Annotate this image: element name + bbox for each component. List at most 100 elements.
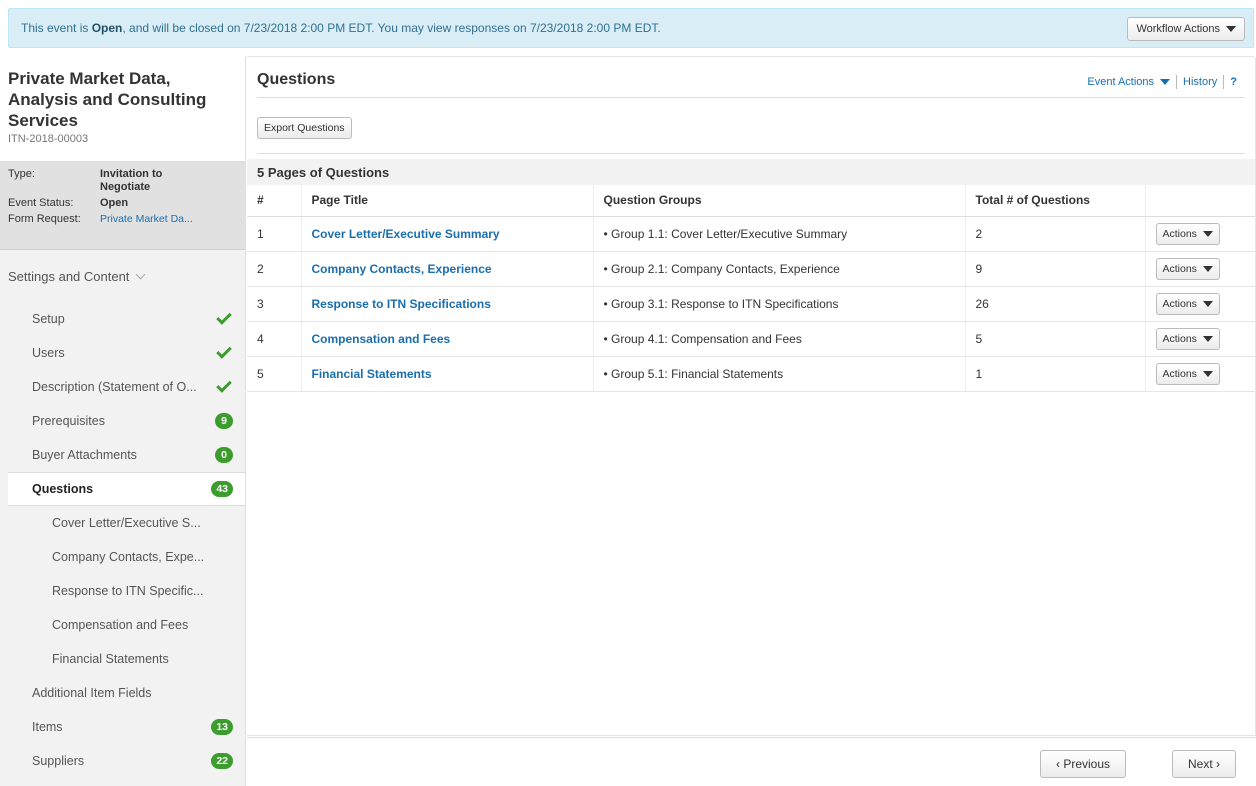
row-actions-button[interactable]: Actions	[1155, 257, 1220, 280]
page-title-link[interactable]: Company Contacts, Experience	[301, 251, 594, 287]
page-title-link[interactable]: Financial Statements	[301, 356, 594, 392]
main-panel: Questions Event Actions History ? Export…	[247, 56, 1256, 736]
check-icon	[216, 309, 232, 325]
sidebar-item-description[interactable]: Description (Statement of O...	[0, 370, 245, 404]
status-value: Open	[100, 197, 129, 209]
row-number: 2	[247, 251, 302, 287]
row-actions-label: Actions	[1162, 297, 1197, 310]
count-badge: 22	[211, 753, 233, 769]
banner-suffix: , and will be closed on 7/23/2018 2:00 P…	[122, 21, 661, 35]
form-request-label: Form Request:	[8, 213, 81, 225]
page-footer: ‹ Previous Next ›	[247, 737, 1256, 786]
sidebar-item-buyer-attachments[interactable]: Buyer Attachments 0	[0, 438, 245, 472]
event-actions-link[interactable]: Event Actions	[1087, 76, 1154, 88]
table-row: 3 Response to ITN Specifications • Group…	[247, 286, 1255, 322]
banner-prefix: This event is	[21, 21, 89, 35]
column-header-actions	[1145, 185, 1255, 217]
row-number: 1	[247, 216, 302, 252]
questions-table: # Page Title Question Groups Total # of …	[247, 185, 1255, 392]
row-number: 3	[247, 286, 302, 322]
workflow-actions-label: Workflow Actions	[1136, 23, 1220, 35]
event-title: Private Market Data, Analysis and Consul…	[8, 69, 207, 130]
sidebar-item-label: Suppliers	[32, 754, 85, 768]
page-title-link[interactable]: Cover Letter/Executive Summary	[301, 216, 594, 252]
previous-button[interactable]: ‹ Previous	[1040, 750, 1126, 778]
sidebar-item-label: Items	[32, 720, 63, 734]
sidebar-subitem-company-contacts[interactable]: Company Contacts, Expe...	[0, 540, 245, 574]
sidebar-subitem-cover-letter[interactable]: Cover Letter/Executive S...	[0, 506, 245, 540]
page-title: Questions	[257, 71, 336, 88]
divider	[257, 153, 1245, 154]
sidebar-item-users[interactable]: Users	[0, 336, 245, 370]
workflow-actions-button[interactable]: Workflow Actions	[1127, 17, 1245, 41]
divider	[1223, 75, 1225, 89]
sidebar-item-suppliers[interactable]: Suppliers 22	[0, 744, 245, 778]
sidebar-item-setup[interactable]: Setup	[0, 302, 245, 336]
sidebar-subitem-compensation[interactable]: Compensation and Fees	[0, 608, 245, 642]
question-group: • Group 1.1: Cover Letter/Executive Summ…	[593, 216, 966, 252]
table-row: 5 Financial Statements • Group 5.1: Fina…	[247, 356, 1255, 392]
page-title-link[interactable]: Response to ITN Specifications	[301, 286, 594, 322]
total-questions: 9	[965, 251, 1146, 287]
total-questions: 26	[965, 286, 1146, 322]
event-status-banner: This event is Open, and will be closed o…	[8, 8, 1254, 48]
count-badge: 43	[211, 481, 233, 497]
status-label: Event Status:	[8, 197, 74, 209]
divider	[257, 97, 1245, 98]
history-link[interactable]: History	[1183, 76, 1217, 88]
caret-down-icon	[1202, 265, 1213, 272]
check-icon	[216, 377, 232, 393]
table-row: 2 Company Contacts, Experience • Group 2…	[247, 251, 1255, 287]
form-request-link[interactable]: Private Market Da...	[100, 213, 193, 226]
row-actions-button[interactable]: Actions	[1155, 222, 1220, 245]
table-row: 1 Cover Letter/Executive Summary • Group…	[247, 216, 1255, 252]
row-number: 4	[247, 321, 302, 357]
row-actions-button[interactable]: Actions	[1155, 292, 1220, 315]
column-header-total-questions: Total # of Questions	[965, 185, 1146, 217]
row-actions-button[interactable]: Actions	[1155, 362, 1220, 385]
settings-content-label: Settings and Content	[8, 268, 130, 284]
pages-count-header: 5 Pages of Questions	[247, 159, 1255, 185]
check-icon	[216, 343, 232, 359]
total-questions: 1	[965, 356, 1146, 392]
event-id: ITN-2018-00003	[8, 133, 89, 145]
sidebar-subitem-response-itn[interactable]: Response to ITN Specific...	[0, 574, 245, 608]
caret-down-icon	[1202, 300, 1213, 307]
question-group: • Group 2.1: Company Contacts, Experienc…	[593, 251, 966, 287]
settings-content-toggle[interactable]: Settings and Content	[0, 250, 245, 302]
caret-down-icon	[1202, 230, 1213, 237]
column-header-page-title: Page Title	[301, 185, 594, 217]
sidebar-item-label: Additional Item Fields	[32, 686, 152, 700]
question-group: • Group 5.1: Financial Statements	[593, 356, 966, 392]
sidebar-item-additional-item-fields[interactable]: Additional Item Fields	[0, 676, 245, 710]
sidebar-item-label: Buyer Attachments	[32, 448, 137, 462]
sidebar-item-questions[interactable]: Questions 43	[8, 472, 245, 506]
question-group: • Group 3.1: Response to ITN Specificati…	[593, 286, 966, 322]
sidebar-item-prerequisites[interactable]: Prerequisites 9	[0, 404, 245, 438]
total-questions: 2	[965, 216, 1146, 252]
sidebar-item-items[interactable]: Items 13	[0, 710, 245, 744]
row-actions-button[interactable]: Actions	[1155, 327, 1220, 350]
page-title-link[interactable]: Compensation and Fees	[301, 321, 594, 357]
question-group: • Group 4.1: Compensation and Fees	[593, 321, 966, 357]
event-meta: Type: Invitation to Negotiate Event Stat…	[0, 162, 245, 250]
sidebar-item-label: Prerequisites	[32, 414, 105, 428]
export-questions-button[interactable]: Export Questions	[257, 117, 352, 139]
sidebar-item-label: Questions	[32, 482, 94, 496]
caret-down-icon	[1160, 79, 1171, 85]
chevron-down-icon	[135, 269, 146, 279]
type-label: Type:	[8, 168, 35, 180]
next-button[interactable]: Next ›	[1172, 750, 1236, 778]
count-badge: 13	[211, 719, 233, 735]
sidebar-item-label: Users	[32, 346, 65, 360]
total-questions: 5	[965, 321, 1146, 357]
sidebar: Private Market Data, Analysis and Consul…	[0, 56, 246, 786]
table-row: 4 Compensation and Fees • Group 4.1: Com…	[247, 321, 1255, 357]
row-actions-label: Actions	[1162, 262, 1197, 275]
header-actions: Event Actions History ?	[1087, 75, 1237, 89]
row-number: 5	[247, 356, 302, 392]
sidebar-subitem-financial[interactable]: Financial Statements	[0, 642, 245, 676]
count-badge: 0	[215, 447, 233, 463]
divider	[1176, 75, 1178, 89]
help-icon[interactable]: ?	[1230, 76, 1237, 88]
